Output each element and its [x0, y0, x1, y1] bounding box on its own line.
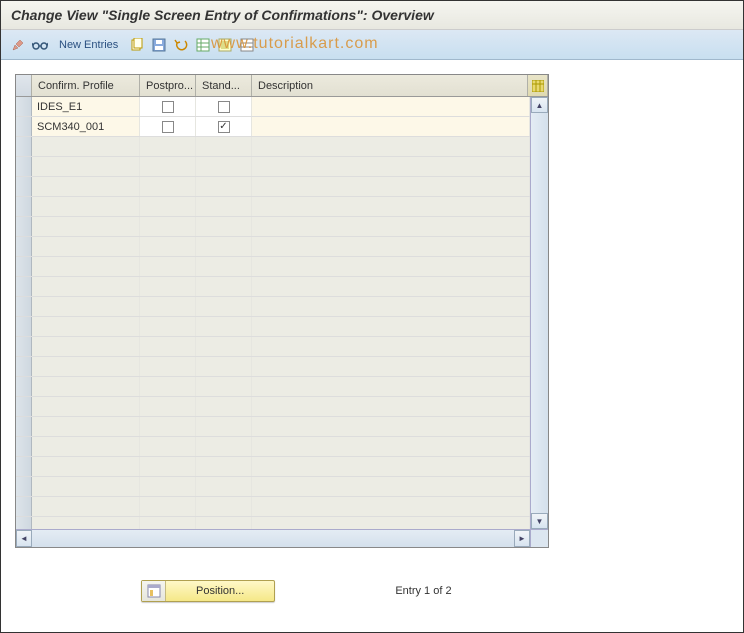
scroll-right-icon[interactable]: ►: [514, 530, 530, 547]
table-row-empty: [16, 177, 530, 197]
cell-postpro[interactable]: [140, 117, 196, 136]
table-row-empty: [16, 297, 530, 317]
vertical-scrollbar[interactable]: ▲ ▼: [530, 97, 548, 529]
checkbox-icon[interactable]: [162, 121, 174, 133]
change-icon[interactable]: [9, 36, 27, 54]
save-variant-icon[interactable]: [150, 36, 168, 54]
cell-description[interactable]: [252, 97, 530, 116]
column-stand[interactable]: Stand...: [196, 75, 252, 96]
data-table: Confirm. Profile Postpro... Stand... Des…: [15, 74, 549, 548]
table-header: Confirm. Profile Postpro... Stand... Des…: [16, 75, 548, 97]
page-title: Change View "Single Screen Entry of Conf…: [1, 1, 743, 30]
scroll-up-icon[interactable]: ▲: [531, 97, 548, 113]
cell-description[interactable]: [252, 117, 530, 136]
undo-icon[interactable]: [172, 36, 190, 54]
table-row-empty: [16, 237, 530, 257]
checkbox-icon[interactable]: [218, 101, 230, 113]
table-row-empty: [16, 397, 530, 417]
cell-profile[interactable]: IDES_E1: [32, 97, 140, 116]
table-row[interactable]: IDES_E1: [16, 97, 530, 117]
select-all-icon[interactable]: [216, 36, 234, 54]
select-all-column[interactable]: [16, 75, 32, 96]
row-selector[interactable]: [16, 97, 32, 116]
scroll-track[interactable]: [531, 113, 548, 513]
table-row[interactable]: SCM340_001: [16, 117, 530, 137]
column-confirm-profile[interactable]: Confirm. Profile: [32, 75, 140, 96]
checkbox-icon[interactable]: [162, 101, 174, 113]
glasses-icon[interactable]: [31, 36, 49, 54]
toolbar: New Entries: [1, 30, 743, 60]
table-row-empty: [16, 417, 530, 437]
scroll-left-icon[interactable]: ◄: [16, 530, 32, 547]
footer: Position... Entry 1 of 2: [1, 580, 743, 602]
scroll-down-icon[interactable]: ▼: [531, 513, 548, 529]
table-row-empty: [16, 457, 530, 477]
table-row-empty: [16, 277, 530, 297]
table-row-empty: [16, 257, 530, 277]
cell-stand[interactable]: [196, 117, 252, 136]
horizontal-scrollbar[interactable]: ◄ ►: [16, 529, 548, 547]
content-area: Confirm. Profile Postpro... Stand... Des…: [1, 60, 743, 558]
copy-icon[interactable]: [128, 36, 146, 54]
cell-postpro[interactable]: [140, 97, 196, 116]
table-row-empty: [16, 477, 530, 497]
scroll-corner: [530, 530, 548, 547]
table-row-empty: [16, 377, 530, 397]
table-row-empty: [16, 337, 530, 357]
table-row-empty: [16, 437, 530, 457]
table-row-empty: [16, 197, 530, 217]
table-row-empty: [16, 157, 530, 177]
entry-counter: Entry 1 of 2: [395, 585, 451, 597]
position-icon: [142, 581, 166, 601]
table-config-icon[interactable]: [528, 75, 548, 96]
table-row-empty: [16, 357, 530, 377]
table-settings-icon[interactable]: [194, 36, 212, 54]
cell-stand[interactable]: [196, 97, 252, 116]
new-entries-button[interactable]: New Entries: [53, 39, 124, 51]
table-row-empty: [16, 517, 530, 529]
column-postpro[interactable]: Postpro...: [140, 75, 196, 96]
deselect-all-icon[interactable]: [238, 36, 256, 54]
table-row-empty: [16, 497, 530, 517]
position-label: Position...: [166, 585, 274, 597]
checkbox-checked-icon[interactable]: [218, 121, 230, 133]
column-description[interactable]: Description: [252, 75, 528, 96]
table-body: IDES_E1 SCM340_001: [16, 97, 548, 529]
row-selector[interactable]: [16, 117, 32, 136]
position-button[interactable]: Position...: [141, 580, 275, 602]
table-row-empty: [16, 137, 530, 157]
cell-profile[interactable]: SCM340_001: [32, 117, 140, 136]
scroll-track[interactable]: [32, 530, 514, 547]
table-row-empty: [16, 217, 530, 237]
table-row-empty: [16, 317, 530, 337]
